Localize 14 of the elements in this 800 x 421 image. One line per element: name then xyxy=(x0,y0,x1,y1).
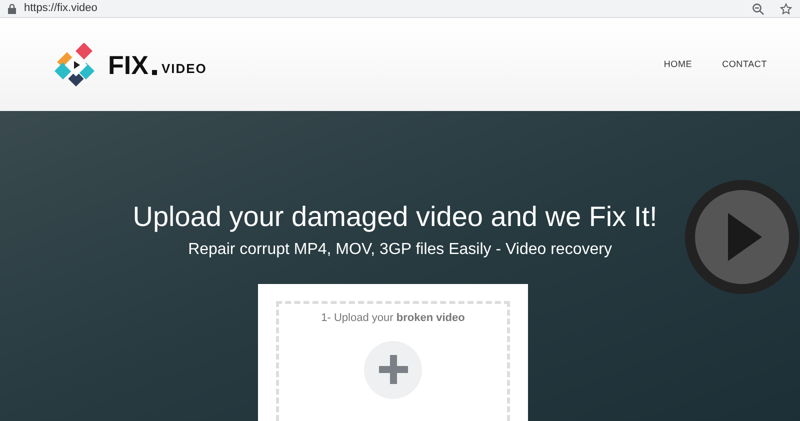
nav-link[interactable]: HOME xyxy=(664,58,692,72)
star-icon[interactable] xyxy=(780,2,792,14)
logo-subtext: VIDEO xyxy=(161,62,207,74)
lock-icon xyxy=(8,4,16,14)
address-bar[interactable]: https://fix.video xyxy=(0,0,800,18)
drop-zone[interactable]: 1- Upload your broken video xyxy=(276,301,510,421)
hero-subtitle: Repair corrupt MP4, MOV, 3GP files Easily - Video recovery xyxy=(188,240,612,260)
logo-text: FIX xyxy=(108,52,148,78)
plus-icon xyxy=(378,355,408,384)
upload-label: 1- Upload your broken video xyxy=(321,311,465,326)
nav-link[interactable]: CONTACT xyxy=(722,58,767,72)
url-text: https://fix.video xyxy=(24,1,98,16)
zoom-icon[interactable] xyxy=(752,2,764,14)
hero-title: Upload your damaged video and we Fix It! xyxy=(132,200,658,234)
